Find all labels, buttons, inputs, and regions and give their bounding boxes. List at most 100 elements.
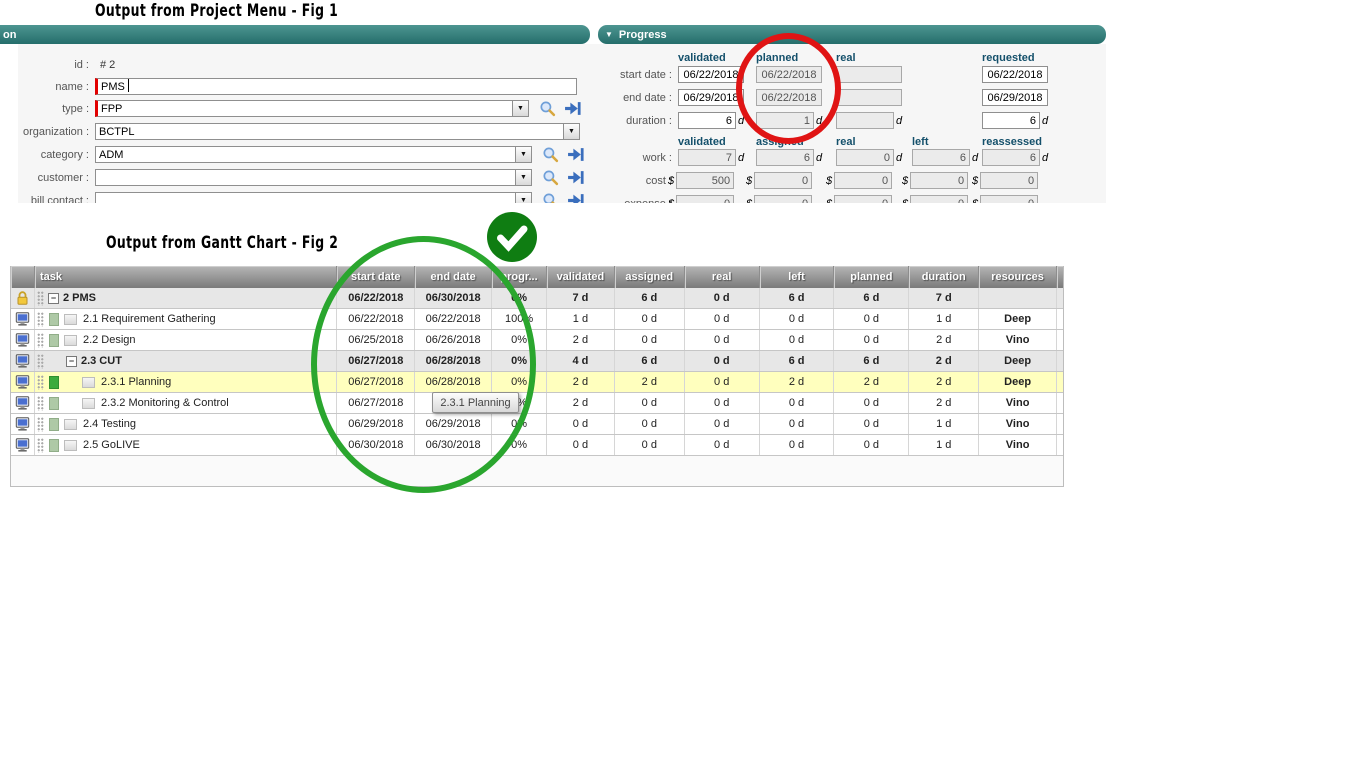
category-dropdown-button[interactable]: ▼ [515,146,532,163]
fig2-title: Output from Gantt Chart - Fig 2 [106,233,338,253]
task-checkbox[interactable] [82,398,95,409]
status-square-icon [49,334,59,347]
cell-left: 6 d [760,288,835,308]
duration-validated-input[interactable] [678,112,736,129]
col-header-task[interactable]: task [35,266,337,288]
bill-contact-dropdown-button[interactable]: ▼ [515,192,532,203]
end-date-validated-input[interactable] [678,89,744,106]
drag-handle[interactable] [37,312,44,327]
bill-contact-goto-icon[interactable] [567,192,584,203]
unit-day: d [816,115,822,127]
table-row[interactable]: − 2.3.2 Monitoring & Control 06/27/2018 … [11,393,1063,414]
drag-handle[interactable] [37,333,44,348]
cell-start-date: 06/27/2018 [337,372,415,392]
customer-search-icon[interactable] [542,169,559,186]
collapse-toggle[interactable]: − [66,356,77,367]
collapse-toggle[interactable]: − [48,293,59,304]
computer-icon[interactable] [14,332,31,348]
drag-handle[interactable] [37,396,44,411]
organization-dropdown-button[interactable]: ▼ [563,123,580,140]
cell-assigned: 0 d [615,309,685,329]
drag-handle[interactable] [37,417,44,432]
drag-handle[interactable] [37,438,44,453]
task-checkbox[interactable] [64,314,77,325]
table-row[interactable]: − 2 PMS 06/22/2018 06/30/2018 0% 7 d 6 d… [11,288,1063,309]
bill-contact-search-icon[interactable] [542,192,559,203]
cost-label: cost : [598,175,672,187]
category-goto-icon[interactable] [567,146,584,163]
cell-sliver [1057,351,1063,371]
task-checkbox[interactable] [82,377,95,388]
computer-icon[interactable] [14,311,31,327]
computer-icon[interactable] [14,437,31,453]
name-input[interactable] [95,78,577,95]
cell-real: 0 d [685,351,760,371]
customer-dropdown-button[interactable]: ▼ [515,169,532,186]
organization-input[interactable] [95,123,564,140]
type-input[interactable] [95,100,513,117]
table-row[interactable]: − 2.3.1 Planning 06/27/2018 06/28/2018 0… [11,372,1063,393]
organization-label: organization : [0,126,95,138]
col-header-validated2: validated [678,136,726,148]
progress-panel-header[interactable]: ▼ Progress [598,25,1106,44]
task-checkbox[interactable] [64,335,77,346]
end-date-requested-input[interactable] [982,89,1048,106]
col-header-progress[interactable]: progr... [492,266,547,288]
cell-validated: 1 d [547,309,615,329]
cell-progress: 100% [492,309,547,329]
drag-handle[interactable] [37,291,44,306]
cell-resources: Deep [979,372,1057,392]
computer-icon[interactable] [14,416,31,432]
unit-currency: $ [972,198,978,204]
category-search-icon[interactable] [542,146,559,163]
col-header-resources[interactable]: resources [979,266,1057,288]
table-row[interactable]: − 2.1 Requirement Gathering 06/22/2018 0… [11,309,1063,330]
table-row[interactable]: − 2.5 GoLIVE 06/30/2018 06/30/2018 0% 0 … [11,435,1063,456]
table-row[interactable]: − 2.4 Testing 06/29/2018 06/29/2018 0% 0… [11,414,1063,435]
computer-icon[interactable] [14,374,31,390]
customer-input[interactable] [95,169,516,186]
lock-icon[interactable] [14,290,31,306]
type-dropdown-button[interactable]: ▼ [512,100,529,117]
start-date-validated-input[interactable] [678,66,744,83]
col-header-start-date[interactable]: start date [337,266,415,288]
col-header-assigned[interactable]: assigned [615,266,685,288]
drag-handle[interactable] [37,354,44,369]
bill-contact-input[interactable] [95,192,516,203]
description-panel-header[interactable]: on [0,25,590,44]
expense-left-input [910,195,968,203]
duration-requested-input[interactable] [982,112,1040,129]
cell-assigned: 0 d [615,393,685,413]
computer-icon[interactable] [14,395,31,411]
cell-real: 0 d [685,435,760,455]
cell-real: 0 d [685,309,760,329]
unit-currency: $ [668,175,674,187]
col-header-planned[interactable]: planned [834,266,909,288]
cell-planned: 0 d [834,309,909,329]
cell-start-date: 06/22/2018 [337,288,415,308]
computer-icon[interactable] [14,353,31,369]
cell-duration: 2 d [909,330,979,350]
col-header-duration[interactable]: duration [909,266,979,288]
cost-assigned-input [754,172,812,189]
col-header-left[interactable]: left [760,266,835,288]
cell-planned: 0 d [834,393,909,413]
id-value: # 2 [95,59,115,71]
table-row[interactable]: − 2.2 Design 06/25/2018 06/26/2018 0% 2 … [11,330,1063,351]
bill-contact-label: bill contact : [0,195,95,204]
task-checkbox[interactable] [64,419,77,430]
col-header-real[interactable]: real [685,266,760,288]
start-date-requested-input[interactable] [982,66,1048,83]
col-header-validated[interactable]: validated [547,266,615,288]
type-search-icon[interactable] [539,100,556,117]
col-header-assigned: assigned [756,136,804,148]
category-label: category : [0,149,95,161]
category-input[interactable] [95,146,516,163]
customer-goto-icon[interactable] [567,169,584,186]
type-goto-icon[interactable] [564,100,581,117]
drag-handle[interactable] [37,375,44,390]
table-row[interactable]: − 2.3 CUT 06/27/2018 06/28/2018 0% 4 d 6… [11,351,1063,372]
col-header-end-date[interactable]: end date [415,266,492,288]
task-checkbox[interactable] [64,440,77,451]
expense-reassessed-input [980,195,1038,203]
